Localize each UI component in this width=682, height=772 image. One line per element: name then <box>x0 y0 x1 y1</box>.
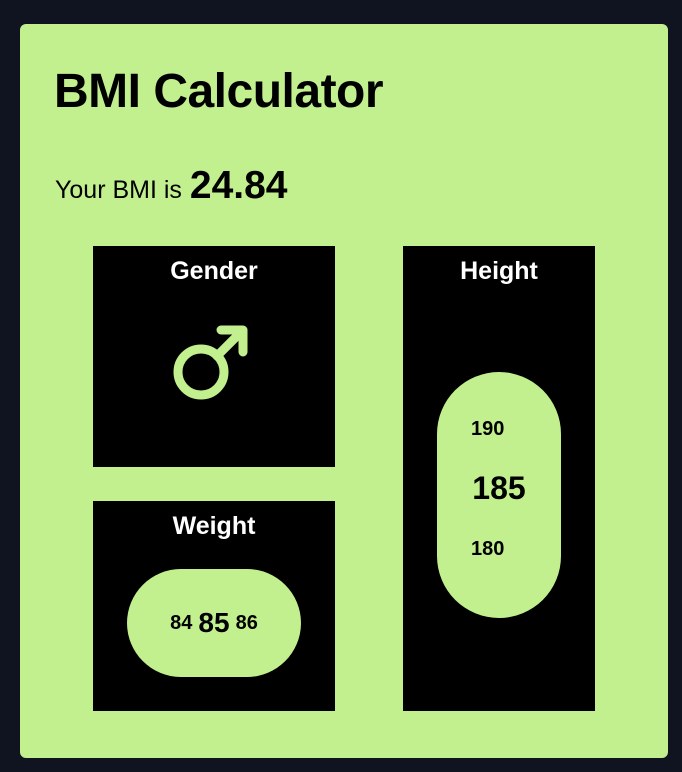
height-label: Height <box>460 257 538 285</box>
weight-current-value[interactable]: 85 <box>198 607 229 639</box>
weight-panel: Weight 84 85 86 <box>93 501 335 711</box>
gender-label: Gender <box>170 257 258 285</box>
height-panel: Height 190 185 180 <box>403 246 595 711</box>
height-below-value[interactable]: 180 <box>471 538 504 561</box>
weight-next-value[interactable]: 86 <box>236 612 258 635</box>
weight-label: Weight <box>172 512 256 540</box>
male-symbol-icon[interactable] <box>171 318 255 402</box>
bmi-result-label: Your BMI is <box>55 176 182 204</box>
bmi-calculator-card: BMI Calculator Your BMI is 24.84 Gender … <box>20 24 668 758</box>
page-title: BMI Calculator <box>54 65 384 118</box>
height-picker[interactable]: 190 185 180 <box>437 372 561 618</box>
height-above-value[interactable]: 190 <box>471 418 504 441</box>
weight-prev-value[interactable]: 84 <box>170 612 192 635</box>
height-current-value[interactable]: 185 <box>437 470 561 507</box>
bmi-result: Your BMI is 24.84 <box>55 164 288 208</box>
bmi-result-value: 24.84 <box>189 164 288 207</box>
gender-panel: Gender <box>93 246 335 467</box>
weight-picker[interactable]: 84 85 86 <box>127 569 301 677</box>
